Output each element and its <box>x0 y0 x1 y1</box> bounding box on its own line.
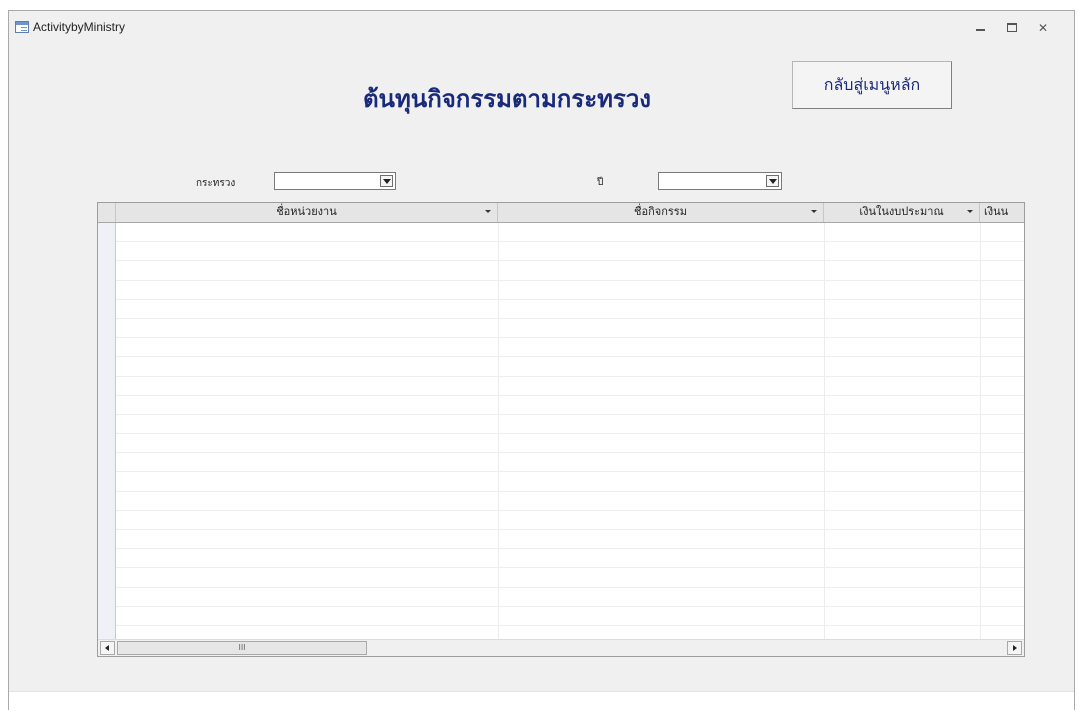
table-row[interactable] <box>116 396 1024 415</box>
year-combobox[interactable] <box>658 172 782 190</box>
form-body: ต้นทุนกิจกรรมตามกระทรวง กลับสู่เมนูหลัก … <box>20 45 1074 690</box>
table-row[interactable] <box>116 607 1024 626</box>
column-header-activity[interactable]: ชื่อกิจกรรม <box>498 203 824 222</box>
scroll-left-icon[interactable] <box>100 641 115 655</box>
table-row[interactable] <box>116 453 1024 473</box>
table-row[interactable] <box>116 530 1024 550</box>
maximize-icon[interactable] <box>1005 21 1019 35</box>
table-row[interactable] <box>116 434 1024 454</box>
column-header-label: ชื่อกิจกรรม <box>634 205 687 218</box>
table-row[interactable] <box>116 568 1024 588</box>
form-footer-strip <box>9 691 1074 710</box>
table-row[interactable] <box>116 472 1024 492</box>
dropdown-arrow-icon[interactable] <box>766 175 779 187</box>
table-row[interactable] <box>116 357 1024 377</box>
page-title-text: ต้นทุนกิจกรรมตามกระทรวง <box>362 84 652 113</box>
sort-filter-arrow-icon[interactable] <box>811 210 817 213</box>
column-header-label: เงินน <box>984 205 1009 218</box>
column-header-budget[interactable]: เงินในงบประมาณ <box>824 203 980 222</box>
sort-filter-arrow-icon[interactable] <box>967 210 973 213</box>
dropdown-arrow-icon[interactable] <box>380 175 393 187</box>
table-row[interactable] <box>116 261 1024 281</box>
year-label: ปี <box>597 177 604 188</box>
scroll-right-icon[interactable] <box>1007 641 1022 655</box>
table-row[interactable] <box>116 415 1024 435</box>
table-row[interactable] <box>116 223 1024 243</box>
scrollbar-thumb[interactable]: III <box>117 641 367 655</box>
sort-filter-arrow-icon[interactable] <box>485 210 491 213</box>
column-header-label: ชื่อหน่วยงาน <box>276 205 337 218</box>
form-icon <box>15 21 29 33</box>
ministry-combobox[interactable] <box>274 172 396 190</box>
table-row[interactable] <box>116 588 1024 607</box>
table-row[interactable] <box>116 511 1024 530</box>
title-bar: ActivitybyMinistry ✕ <box>9 11 1074 45</box>
table-row[interactable] <box>116 300 1024 319</box>
table-row[interactable] <box>116 549 1024 569</box>
ministry-label: กระทรวง <box>196 178 236 189</box>
minimize-icon[interactable] <box>974 21 988 35</box>
table-row[interactable] <box>116 242 1024 262</box>
datasheet-grid[interactable]: ชื่อหน่วยงาน ชื่อกิจกรรม เงินในงบประมาณ … <box>97 202 1025 657</box>
horizontal-scrollbar[interactable]: III <box>98 639 1024 656</box>
window-title: ActivitybyMinistry <box>33 20 126 34</box>
select-all-corner[interactable] <box>98 203 116 222</box>
access-form-window: ActivitybyMinistry ✕ ต้นทุนกิจกรรมตามกระ… <box>8 10 1075 710</box>
column-header-offbudget[interactable]: เงินน <box>980 203 1024 222</box>
column-header-label: เงินในงบประมาณ <box>859 205 944 218</box>
table-row[interactable] <box>116 492 1024 511</box>
record-selector-column[interactable] <box>98 203 116 656</box>
grid-rows <box>116 223 1024 646</box>
table-row[interactable] <box>116 338 1024 358</box>
table-row[interactable] <box>116 319 1024 339</box>
table-row[interactable] <box>116 377 1024 396</box>
grid-header: ชื่อหน่วยงาน ชื่อกิจกรรม เงินในงบประมาณ … <box>98 203 1024 223</box>
table-row[interactable] <box>116 281 1024 300</box>
column-header-agency[interactable]: ชื่อหน่วยงาน <box>116 203 498 222</box>
close-icon[interactable]: ✕ <box>1036 21 1050 35</box>
back-to-main-menu-button[interactable]: กลับสู่เมนูหลัก <box>792 61 952 109</box>
